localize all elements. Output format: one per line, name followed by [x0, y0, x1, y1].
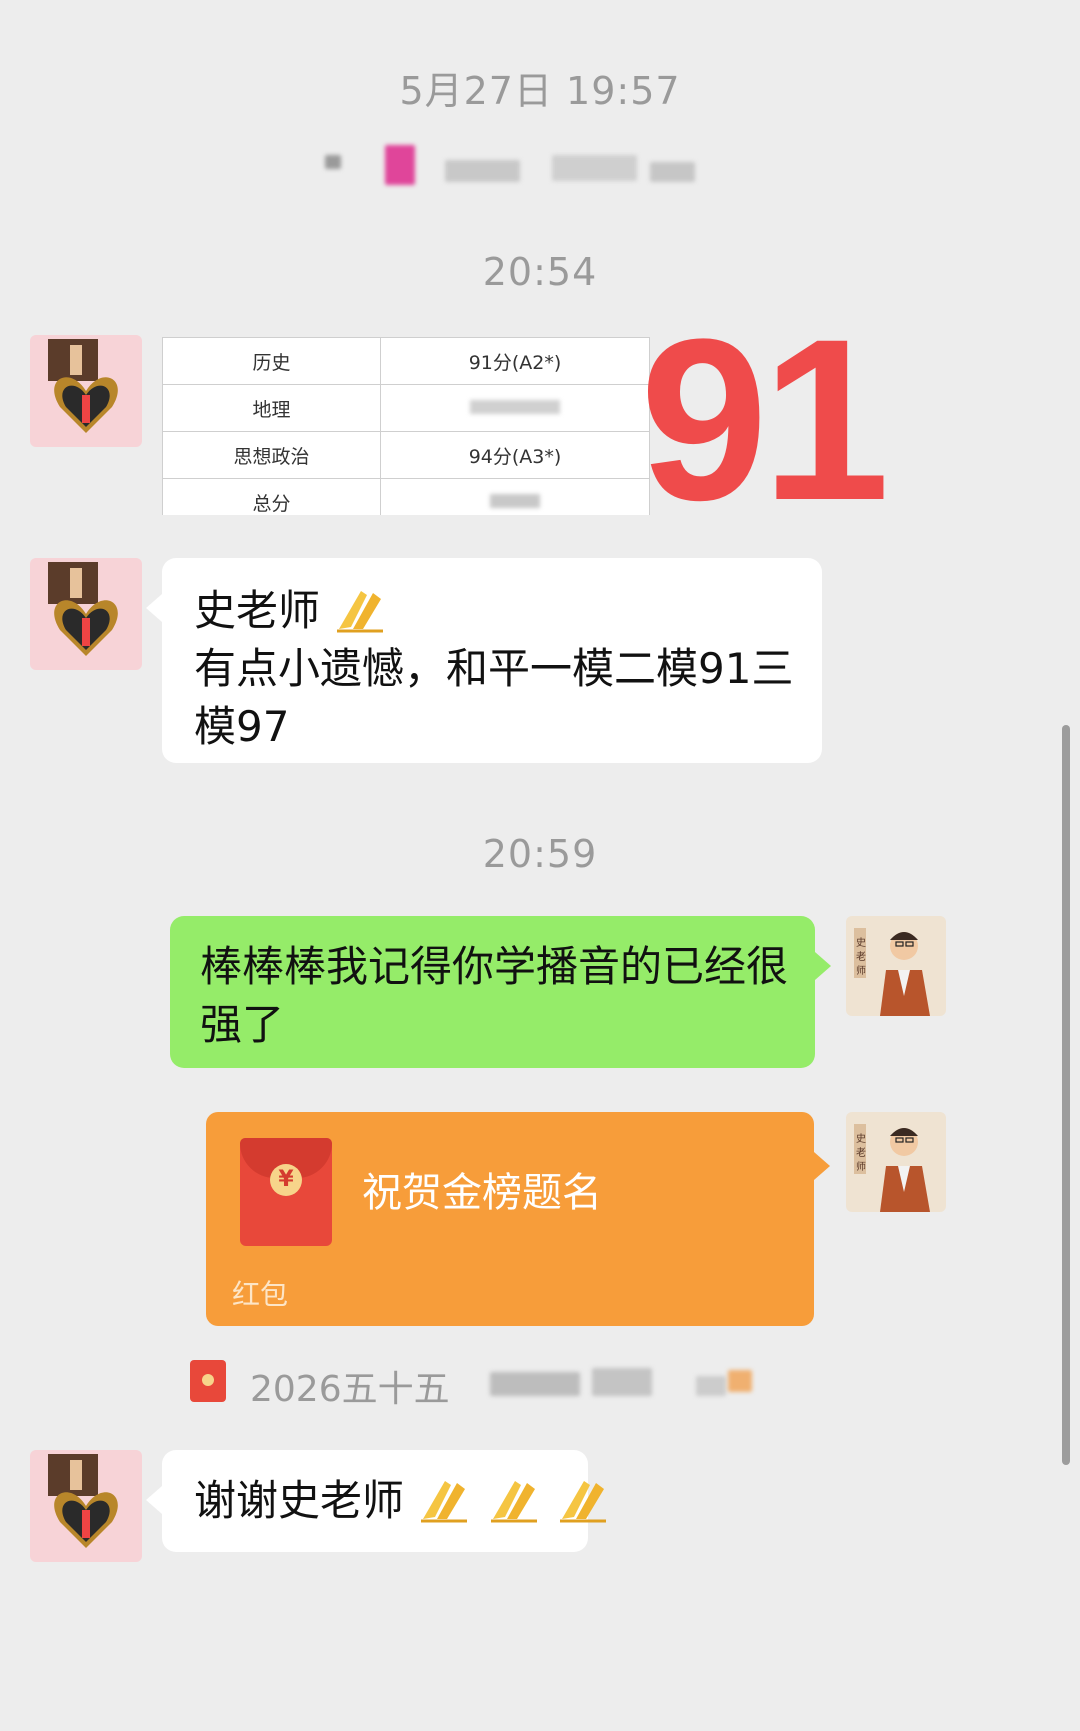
- system-notice-text: 2026五十五: [250, 1369, 450, 1410]
- received-message-bubble[interactable]: 谢谢史老师: [146, 1450, 607, 1552]
- folded-hands-emoji-icon: [333, 583, 389, 633]
- message-text: 谢谢史老师: [194, 1476, 405, 1525]
- message-text: 史老师: [194, 586, 321, 635]
- score-cell: 91分(A2*): [380, 337, 650, 385]
- svg-text:师: 师: [856, 964, 866, 977]
- yuan-coin-icon: ¥: [270, 1164, 302, 1196]
- sent-message-bubble[interactable]: 棒棒棒我记得你学播音的已经很 强了: [170, 916, 831, 1068]
- red-packet-label: 红包: [232, 1278, 289, 1311]
- contact-avatar[interactable]: [30, 335, 142, 447]
- svg-text:史: 史: [856, 937, 866, 949]
- received-message-bubble[interactable]: 史老师 有点小遗憾，和平一模二模91三 模97: [146, 558, 822, 763]
- table-row: 思想政治 94分(A3*): [162, 431, 650, 479]
- score-cell-blurred: [380, 384, 650, 432]
- contact-avatar[interactable]: [30, 558, 142, 670]
- folded-hands-emoji-icon: [417, 1473, 473, 1523]
- message-text: 有点小遗憾，和平一模二模91三: [194, 644, 794, 693]
- subject-cell: 历史: [162, 337, 381, 385]
- red-envelope-icon: ¥: [240, 1138, 332, 1246]
- score-cell: 94分(A3*): [380, 431, 650, 479]
- svg-text:老: 老: [856, 1146, 866, 1159]
- scrollbar-thumb[interactable]: [1062, 725, 1070, 1465]
- my-avatar[interactable]: 史 老 师: [846, 1112, 946, 1212]
- timestamp-2: 20:54: [482, 250, 598, 294]
- svg-text:史: 史: [856, 1133, 866, 1145]
- subject-cell: 思想政治: [162, 431, 381, 479]
- message-text: 强了: [200, 1000, 285, 1049]
- red-packet-small-icon: [190, 1360, 226, 1402]
- table-row: 总分: [162, 478, 650, 515]
- message-text: 模97: [194, 702, 290, 751]
- score-table-image[interactable]: 历史 91分(A2*) 地理 思想政治 94分(A3*) 总分: [162, 337, 650, 515]
- red-packet-card[interactable]: ¥ 祝贺金榜题名 红包: [206, 1112, 830, 1326]
- timestamp-3: 20:59: [482, 832, 598, 876]
- svg-text:师: 师: [856, 1160, 866, 1173]
- score-cell-blurred: [380, 478, 650, 515]
- table-row: 地理: [162, 384, 650, 432]
- my-avatar[interactable]: 史 老 师: [846, 916, 946, 1016]
- message-text: 棒棒棒我记得你学播音的已经很: [200, 942, 789, 991]
- svg-text:老: 老: [856, 950, 866, 963]
- contact-avatar[interactable]: [30, 1450, 142, 1562]
- red-packet-title: 祝贺金榜题名: [362, 1170, 602, 1216]
- timestamp-1: 5月27日 19:57: [399, 69, 681, 113]
- score-overlay-number: 91: [640, 291, 890, 548]
- folded-hands-emoji-icon: [556, 1473, 612, 1523]
- subject-cell: 总分: [162, 478, 381, 515]
- table-row: 历史 91分(A2*): [162, 337, 650, 385]
- subject-cell: 地理: [162, 384, 381, 432]
- folded-hands-emoji-icon: [487, 1473, 543, 1523]
